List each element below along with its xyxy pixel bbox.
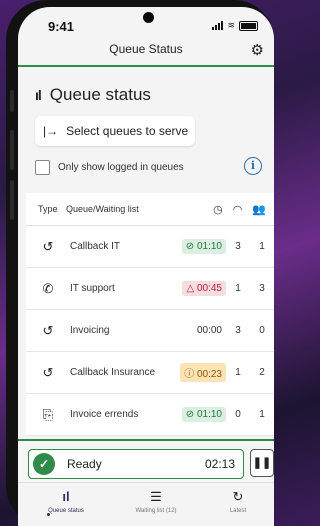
history-icon: ↻ [232, 489, 244, 504]
wait-time: 00:00 [196, 325, 222, 336]
agents-count: 1 [235, 283, 241, 294]
page-title: Queue Status [109, 42, 183, 56]
people-icon: 👥 [252, 203, 266, 216]
volume-down-button [10, 180, 14, 220]
queue-name: IT support [70, 283, 115, 294]
column-type: Type [38, 204, 58, 214]
queue-name: Invoicing [70, 325, 110, 336]
queue-name: Invoice errends [70, 409, 139, 420]
agents-count: 1 [235, 367, 241, 378]
wait-time: 01:10 [196, 409, 222, 420]
waiting-count: 3 [259, 283, 265, 294]
waiting-count: 2 [259, 367, 265, 378]
settings-gear-icon[interactable]: ⚙ [251, 41, 264, 59]
app-header: Queue Status ⚙ [18, 39, 274, 65]
phone-icon: ✆ [42, 280, 54, 296]
select-queues-label: Select queues to serve [66, 124, 189, 138]
check-icon: ✓ [33, 453, 55, 475]
wait-time-badge: △ 00:45 [182, 281, 226, 296]
wait-time: 00:45 [196, 283, 222, 294]
bars-icon: ıl [35, 87, 42, 103]
agents-count: 0 [235, 409, 241, 420]
wait-time: 00:23 [196, 369, 222, 380]
logged-in-filter-label: Only show logged in queues [58, 161, 184, 173]
tab-label: Queue status [48, 508, 84, 514]
wait-status-icon: ⊘ [185, 241, 195, 252]
clock-icon: ◷ [213, 203, 223, 216]
queue-name: Callback IT [70, 241, 121, 252]
active-tab-indicator [47, 513, 50, 516]
queue-list: Type Queue/Waiting list ◷ ◠ 👥 ↺ Callback … [26, 193, 274, 436]
callback-icon: ↺ [42, 322, 54, 338]
callback-icon: ↺ [42, 238, 54, 254]
wait-time: 01:10 [196, 241, 222, 252]
phone-frame: 9:41 ≋ Queue Status ⚙ ıl Queue status |→… [6, 0, 274, 526]
wait-status-icon: ⊘ [185, 409, 195, 420]
tab-waiting-list[interactable]: ☰ Waiting list (12) [116, 489, 196, 514]
callback-icon: ↺ [42, 364, 54, 380]
screen: 9:41 ≋ Queue Status ⚙ ıl Queue status |→… [18, 7, 274, 526]
waiting-count: 1 [259, 241, 265, 252]
pause-icon: ❚❚ [252, 457, 272, 469]
queue-row[interactable]: ✆ IT support △ 00:45 1 3 [26, 268, 274, 310]
queue-row[interactable]: ↺ Callback IT ⊘ 01:10 3 1 [26, 226, 274, 268]
wait-time-badge: ⊘ 01:10 [181, 407, 226, 422]
queue-name: Callback Insurance [70, 367, 156, 378]
waiting-count: 0 [259, 325, 265, 336]
ready-label: Ready [67, 457, 102, 471]
tab-queue-status[interactable]: ıl Queue status [36, 489, 96, 514]
wait-time-badge: 00:00 [193, 323, 226, 338]
clock: 9:41 [48, 19, 75, 34]
column-queue-name: Queue/Waiting list [66, 204, 139, 214]
tab-latest[interactable]: ↻ Latest [213, 489, 263, 514]
info-icon[interactable]: i [244, 157, 262, 175]
wait-time-badge: ⓘ 00:23 [180, 363, 226, 382]
wait-status-icon: ⓘ [184, 369, 195, 380]
logged-in-filter: Only show logged in queues i [35, 157, 264, 177]
select-queues-button[interactable]: |→ Select queues to serve [35, 116, 195, 146]
status-bar: 9:41 ≋ [18, 7, 274, 39]
agents-count: 3 [235, 325, 241, 336]
queue-row[interactable]: ↺ Callback Insurance ⓘ 00:23 1 2 [26, 352, 274, 394]
agent-status-bar: ✓ Ready 02:13 ❚❚ [18, 439, 274, 483]
waiting-count: 1 [259, 409, 265, 420]
pause-button[interactable]: ❚❚ [250, 449, 274, 477]
section-title: Queue status [49, 85, 151, 104]
wait-status-icon: △ [186, 283, 195, 294]
battery-icon [239, 20, 258, 31]
queue-row[interactable]: ⎘ Invoice errends ⊘ 01:10 0 1 [26, 394, 274, 436]
arrow-right-to-bar-icon: |→ [43, 124, 59, 138]
tab-label: Waiting list (12) [135, 508, 177, 514]
header-divider [18, 65, 274, 67]
system-icons: ≋ [212, 20, 258, 31]
errand-icon: ⎘ [42, 406, 54, 422]
ready-status-button[interactable]: ✓ Ready 02:13 [28, 449, 244, 479]
camera-notch [143, 12, 154, 23]
agents-count: 3 [235, 241, 241, 252]
section-heading: ıl Queue status [35, 85, 151, 105]
headset-icon: ◠ [232, 203, 243, 216]
list-header: Type Queue/Waiting list ◷ ◠ 👥 [26, 193, 274, 226]
logged-in-checkbox[interactable] [35, 159, 50, 175]
wifi-icon: ≋ [227, 20, 235, 30]
mute-switch [10, 90, 14, 112]
queue-row[interactable]: ↺ Invoicing 00:00 3 0 [26, 310, 274, 352]
tab-bar: ıl Queue status ☰ Waiting list (12) ↻ La… [18, 482, 274, 526]
ready-timer: 02:13 [204, 457, 235, 471]
tab-label: Latest [229, 508, 247, 514]
signal-icon [212, 21, 224, 30]
volume-up-button [10, 130, 14, 170]
list-icon: ☰ [150, 489, 162, 504]
bars-icon: ıl [62, 489, 70, 504]
wait-time-badge: ⊘ 01:10 [181, 239, 226, 254]
